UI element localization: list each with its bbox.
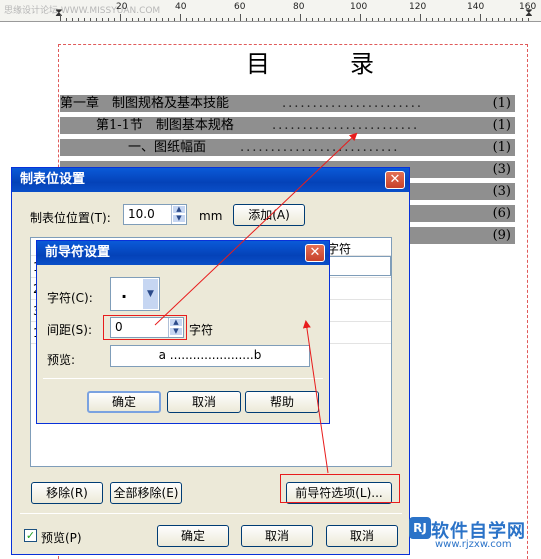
site-logo: RJ 软件自学网 www.rjzxw.com — [409, 517, 537, 553]
document-editor: 思缘设计论坛 WWW.MISSYUAN.COM ⧗ ⧗ 20 40 60 80 … — [0, 0, 541, 559]
arrow-to-leader-dialog — [302, 320, 329, 474]
annotation-arrows — [154, 132, 358, 474]
arrow-to-toc — [154, 132, 358, 326]
logo-url: www.rjzxw.com — [435, 539, 512, 550]
logo-badge: RJ — [409, 517, 431, 539]
